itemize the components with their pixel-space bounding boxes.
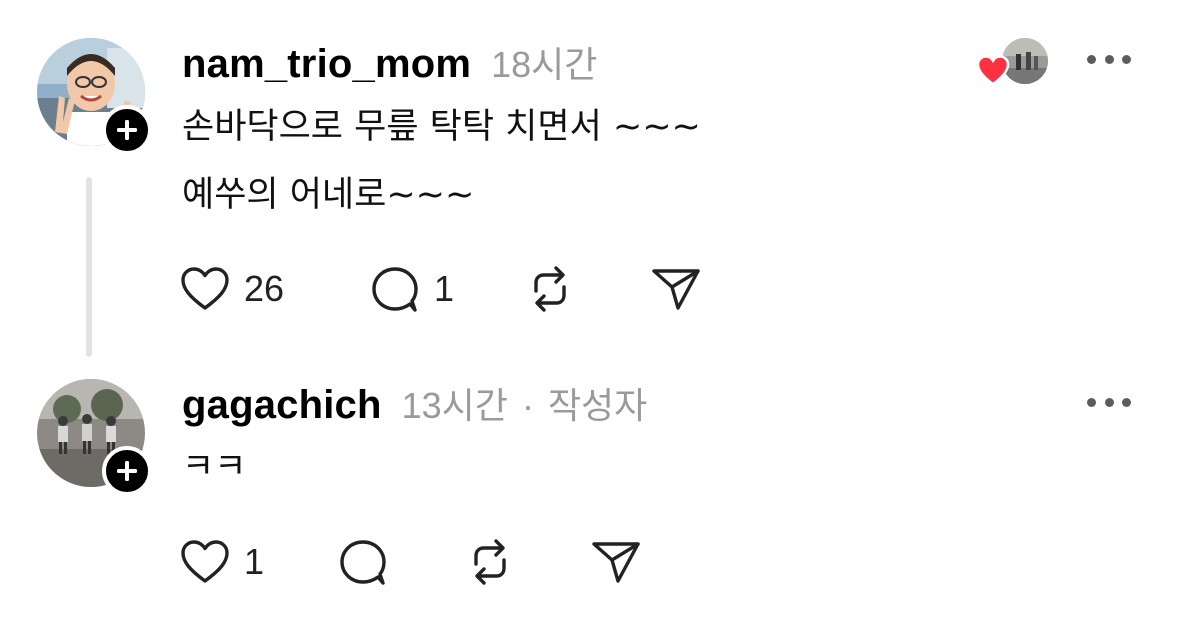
reply-button[interactable]: 1 [368,264,524,314]
author-badge: 작성자 [547,385,648,426]
action-bar: 1 [178,536,642,588]
comment-header: nam_trio_mom 18시간 [182,36,597,88]
paper-plane-icon [652,269,700,310]
red-heart-icon [976,55,1010,86]
plus-icon [117,461,137,481]
repost-button[interactable] [464,536,590,588]
reply-count: 1 [434,268,455,309]
plus-icon [117,120,137,140]
like-count: 26 [244,268,285,309]
like-button[interactable]: 26 [178,265,368,313]
follow-button[interactable] [102,446,152,496]
username[interactable]: nam_trio_mom [182,42,471,87]
ellipsis-icon [1087,54,1096,64]
thread-line [86,177,92,357]
ellipsis-icon [1087,397,1096,407]
liked-by-author [976,38,1050,88]
repost-arrows-icon [534,266,566,312]
action-bar: 26 1 [178,263,702,315]
username[interactable]: gagachich [182,383,382,428]
timestamp: 13시간 [401,385,508,426]
paper-plane-icon [592,542,640,583]
comment-2: gagachich 13시간 · 작성자 ㅋㅋ 1 [0,362,1179,623]
like-button[interactable]: 1 [178,538,336,586]
more-options-button[interactable] [1087,49,1131,69]
timestamp: 18시간 [491,44,598,85]
repost-button[interactable] [524,263,650,315]
comment-header: gagachich 13시간 · 작성자 [182,377,647,429]
heart-outline-icon [181,267,229,310]
comment-text-line: ㅋㅋ [182,447,247,487]
repost-arrows-icon [474,539,506,585]
reply-button[interactable] [336,537,464,587]
speech-bubble-icon [340,540,386,585]
share-button[interactable] [590,536,642,588]
follow-button[interactable] [102,105,152,155]
meta-separator: · [521,385,534,426]
heart-outline-icon [181,540,229,583]
share-button[interactable] [650,263,702,315]
more-options-button[interactable] [1087,392,1131,412]
like-count: 1 [244,541,265,582]
comment-1: nam_trio_mom 18시간 손바닥으로 무릎 탁탁 치면서 ~~~ 예쑤… [0,0,1179,360]
speech-bubble-icon [372,267,418,312]
comment-text-line: 예쑤의 어네로~~~ [182,175,475,215]
comment-text-line: 손바닥으로 무릎 탁탁 치면서 ~~~ [182,107,701,147]
